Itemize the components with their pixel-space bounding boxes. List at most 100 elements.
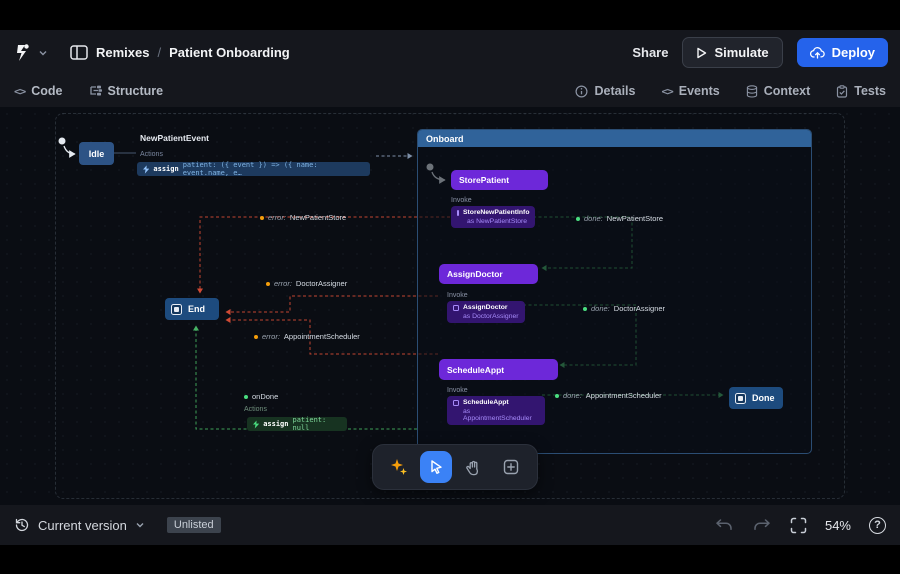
actor-icon [457,209,459,216]
invoke-scheduleappt[interactable]: ScheduleAppt as AppointmentScheduler [447,396,545,425]
version-history-icon [15,518,29,532]
invoke-assigndoctor[interactable]: AssignDoctor as DoctorAssigner [447,301,525,323]
state-scheduleappt-label: ScheduleAppt [447,364,505,375]
state-idle-label: Idle [88,148,105,159]
redo-icon[interactable] [752,517,772,533]
status-right: 54% ? [714,516,886,534]
transition-error-doctorassigner[interactable]: error: DoctorAssigner [266,279,347,288]
state-done[interactable]: Done [729,387,783,409]
invoke-storenewpatientinfo[interactable]: StoreNewPatientInfo as NewPatientStore [451,206,535,228]
deploy-button[interactable]: Deploy [796,38,888,67]
done-kind: done: [563,391,582,400]
tab-code[interactable]: <> Code [14,84,63,98]
actor-icon [453,399,459,406]
final-state-icon [171,303,182,315]
version-selector[interactable]: Current version [38,518,145,533]
undo-icon[interactable] [714,517,734,533]
zoom-level[interactable]: 54% [825,518,851,533]
done-dot-icon [576,216,580,221]
tab-events[interactable]: <> Events [661,84,719,98]
action-bolt-icon [253,420,260,428]
error-dot-icon [266,281,270,286]
action-bolt-icon [143,164,150,174]
action-code: patient: null [292,416,327,432]
ai-generate-tool-button[interactable] [383,451,415,483]
help-button[interactable]: ? [869,516,886,534]
done-target: AppointmentScheduler [585,391,662,400]
state-end[interactable]: End [165,298,219,320]
action-assign-null[interactable]: assign patient: null [247,416,347,432]
pan-tool-button[interactable] [458,451,490,483]
actions-label: Actions [244,406,267,413]
state-storepatient[interactable]: StorePatient [451,170,548,190]
tab-details[interactable]: Details [575,84,635,98]
breadcrumb-section[interactable]: Remixes [96,45,149,60]
state-onboard[interactable]: Onboard StorePatient Invoke StoreNewPati… [417,129,812,454]
page-title[interactable]: Patient Onboarding [169,45,290,60]
header: Remixes / Patient Onboarding Share Simul… [0,30,900,75]
state-idle[interactable]: Idle [79,142,114,165]
cloud-upload-icon [809,46,825,59]
simulate-button[interactable]: Simulate [682,37,783,68]
invoke-as: as DoctorAssigner [463,313,519,320]
structure-tree-icon [89,85,102,96]
chevron-down-icon [136,523,144,528]
panel-toggle-icon[interactable] [70,45,88,60]
state-scheduleappt[interactable]: ScheduleAppt [439,359,558,380]
machine-canvas[interactable]: Idle NewPatientEvent Actions assign pati… [0,107,900,505]
clipboard-check-icon [837,84,848,98]
canvas-toolbar [372,444,538,490]
tab-structure[interactable]: Structure [89,84,163,98]
invoke-as: as AppointmentScheduler [463,408,532,422]
error-target: AppointmentScheduler [283,332,360,341]
plus-square-icon [503,459,519,475]
done-kind: done: [591,304,610,313]
logo-menu-button[interactable] [12,42,48,64]
add-state-tool-button[interactable] [495,451,527,483]
error-kind: error: [262,332,280,341]
invoke-label: Invoke [451,197,472,204]
transition-error-newpatientstore[interactable]: error: NewPatientStore [260,213,346,222]
stately-logo-icon [17,43,29,61]
tab-details-label: Details [594,84,636,98]
transition-done-newpatientstore[interactable]: done: NewPatientStore [576,214,663,223]
tab-tests[interactable]: Tests [836,84,886,98]
invoke-label: Invoke [447,387,468,394]
mode-toolbar: <> Code Structure Details <> Events Cont… [0,75,900,107]
done-target: DoctorAssigner [613,304,666,313]
select-tool-button[interactable] [420,451,453,483]
invoke-as: as NewPatientStore [467,218,528,225]
tab-tests-label: Tests [854,84,886,98]
state-assigndoctor[interactable]: AssignDoctor [439,264,538,284]
done-target: NewPatientStore [606,214,664,223]
transition-done-appointmentscheduler[interactable]: done: AppointmentScheduler [555,391,662,400]
event-newpatientevent[interactable]: NewPatientEvent [140,133,209,143]
action-assign-patient[interactable]: assign patient: ({ event }) => ({ name: … [137,161,370,177]
status-bar: Current version Unlisted 54% ? [0,505,900,545]
done-dot-icon [583,306,587,311]
database-icon [746,84,757,98]
chevron-down-icon [39,50,47,55]
state-onboard-header[interactable]: Onboard [418,130,811,147]
share-button[interactable]: Share [632,45,668,60]
tab-context[interactable]: Context [746,84,810,98]
help-icon: ? [874,519,881,531]
transition-error-appointmentscheduler[interactable]: error: AppointmentScheduler [254,332,360,341]
action-keyword: assign [153,165,179,173]
invoke-src: AssignDoctor [463,304,508,311]
transition-ondone[interactable]: onDone [244,392,278,401]
final-state-icon [735,392,746,404]
error-target: NewPatientStore [289,213,347,222]
tab-code-label: Code [31,84,63,98]
panel-tabs: Details <> Events Context Tests [549,84,886,98]
done-kind: done: [584,214,603,223]
done-dot-icon [244,394,248,399]
transition-done-doctorassigner[interactable]: done: DoctorAssigner [583,304,665,313]
breadcrumb-separator: / [157,45,162,60]
actor-icon [453,304,459,311]
error-dot-icon [254,334,258,339]
error-dot-icon [260,215,264,220]
fit-to-view-icon[interactable] [790,517,807,534]
invoke-src: ScheduleAppt [463,399,509,406]
play-icon [697,47,707,58]
